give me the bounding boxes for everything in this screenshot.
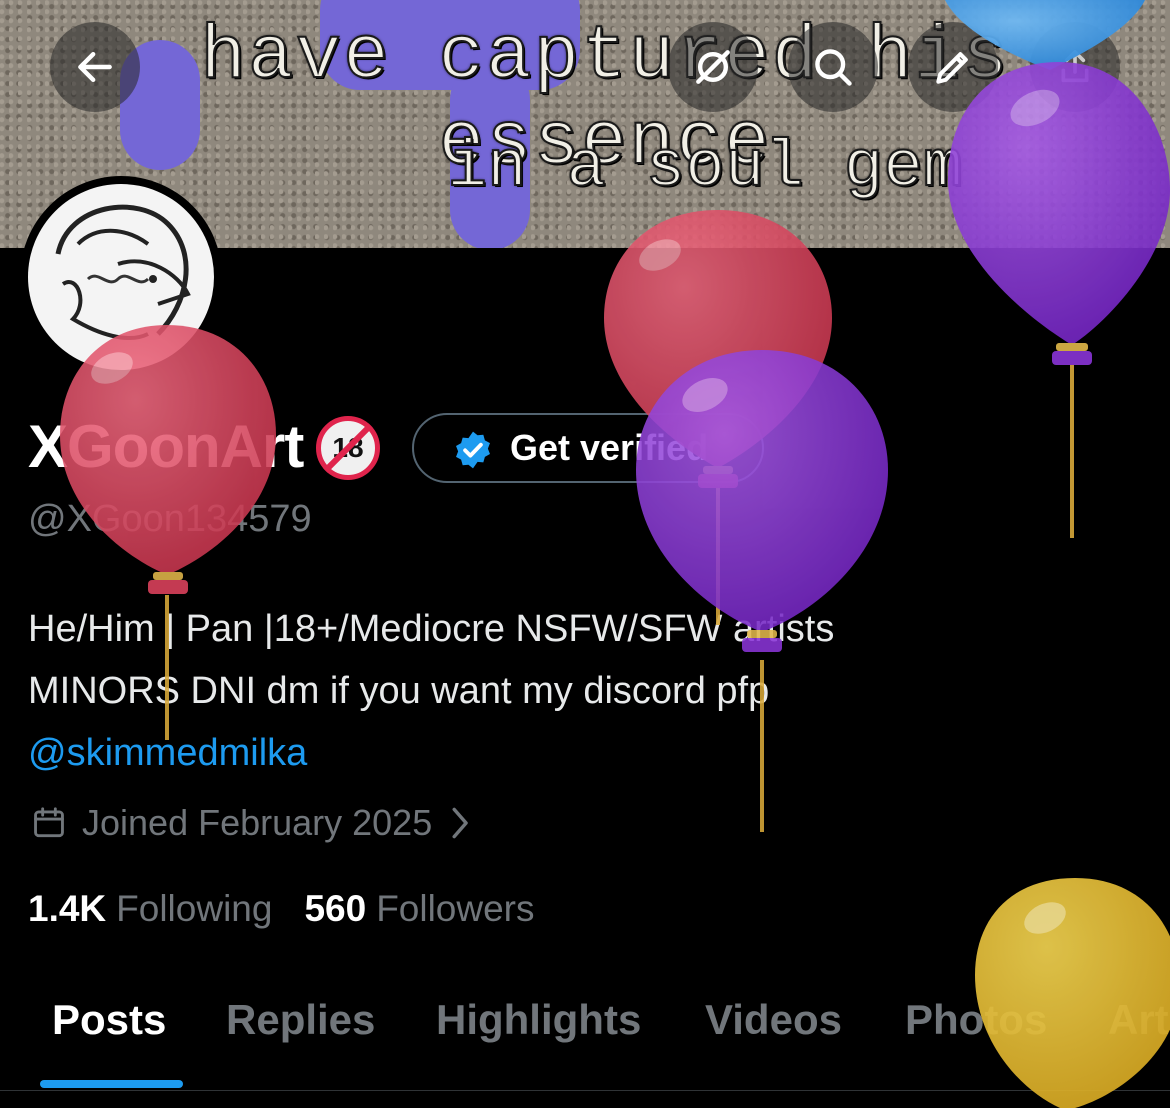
edit-button[interactable] <box>908 22 998 112</box>
calendar-icon <box>34 807 64 838</box>
joined-date-row[interactable]: Joined February 2025 <box>30 802 472 844</box>
following-link[interactable]: 1.4K Following <box>28 888 272 930</box>
bio-mention-link[interactable]: @skimmedmilka <box>28 722 1128 784</box>
tab-art[interactable]: Art <box>1108 996 1169 1044</box>
share-icon <box>1061 50 1089 83</box>
slashed-circle-icon <box>696 50 730 84</box>
search-button[interactable] <box>788 22 878 112</box>
yellow-balloon <box>975 878 1170 1108</box>
tab-posts[interactable]: Posts <box>52 996 166 1044</box>
profile-handle: @XGoon134579 <box>28 498 312 540</box>
search-icon <box>815 49 852 86</box>
no-under-18-badge-icon: 18 <box>316 416 380 480</box>
grok-button[interactable] <box>668 22 758 112</box>
tab-videos[interactable]: Videos <box>705 996 842 1044</box>
avatar-image <box>28 184 214 370</box>
active-tab-indicator <box>40 1080 183 1088</box>
joined-date: Joined February 2025 <box>82 802 433 843</box>
pencil-icon <box>936 52 968 84</box>
tabs-divider <box>0 1090 1170 1091</box>
profile-tabs: Posts Replies Highlights Videos Photos A… <box>0 996 1170 1056</box>
age-badge-label: 18 <box>332 432 364 463</box>
back-button[interactable] <box>50 22 140 112</box>
avatar[interactable] <box>20 176 222 378</box>
followers-link[interactable]: 560 Followers <box>304 888 534 930</box>
profile-bio: He/Him | Pan |18+/Mediocre NSFW/SFW arti… <box>28 598 1128 784</box>
get-verified-label: Get verified <box>510 427 709 468</box>
verified-badge-icon <box>456 431 490 469</box>
following-label: Following <box>116 888 273 929</box>
tab-replies[interactable]: Replies <box>226 996 375 1044</box>
tab-photos[interactable]: Photos <box>905 996 1047 1044</box>
followers-label: Followers <box>376 888 535 929</box>
tab-highlights[interactable]: Highlights <box>436 996 641 1044</box>
bio-line: He/Him | Pan |18+/Mediocre NSFW/SFW arti… <box>28 608 835 650</box>
chevron-right-icon <box>452 807 469 839</box>
followers-count: 560 <box>304 888 367 929</box>
get-verified-button[interactable]: Get verified <box>412 413 764 483</box>
follow-stats: 1.4K Following 560 Followers <box>28 888 567 930</box>
display-name: XGoonArt <box>28 413 304 480</box>
share-button[interactable] <box>1030 22 1120 112</box>
following-count: 1.4K <box>28 888 107 929</box>
arrow-left-icon <box>78 51 112 83</box>
bio-line: MINORS DNI dm if you want my discord pfp <box>28 670 770 712</box>
